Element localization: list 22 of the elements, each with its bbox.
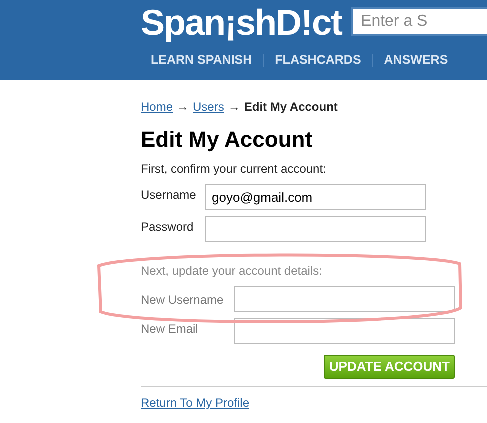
breadcrumb-link[interactable]: Users [193,98,224,116]
field-label: Username [141,187,198,204]
nav-link[interactable]: FLASHCARDS [275,50,362,70]
field-label: Password [141,219,195,236]
section-intro: Next, update your account details: [141,263,324,280]
section-intro: First, confirm your current account: [141,161,328,178]
field-label: New Username [141,292,225,309]
site-logo[interactable]: Span¡shD!ct [141,0,342,46]
page-title: Edit My Account [141,126,314,154]
breadcrumb-link[interactable]: Home [141,98,174,116]
nav-link[interactable]: ANSWERS [384,50,448,70]
field-label: New Email [141,321,200,338]
text-input[interactable] [205,216,426,242]
breadcrumb-separator: → [228,99,240,116]
text-input[interactable] [234,286,455,312]
search-field[interactable]: Enter a S [351,7,487,36]
text-input[interactable]: goyo@gmail.com [205,184,426,210]
breadcrumb-current: Edit My Account [244,99,338,116]
text-input[interactable] [234,318,455,344]
nav-link[interactable]: LEARN SPANISH [151,50,252,70]
return-link[interactable]: Return To My Profile [141,394,250,412]
breadcrumb-separator: → [177,99,190,116]
